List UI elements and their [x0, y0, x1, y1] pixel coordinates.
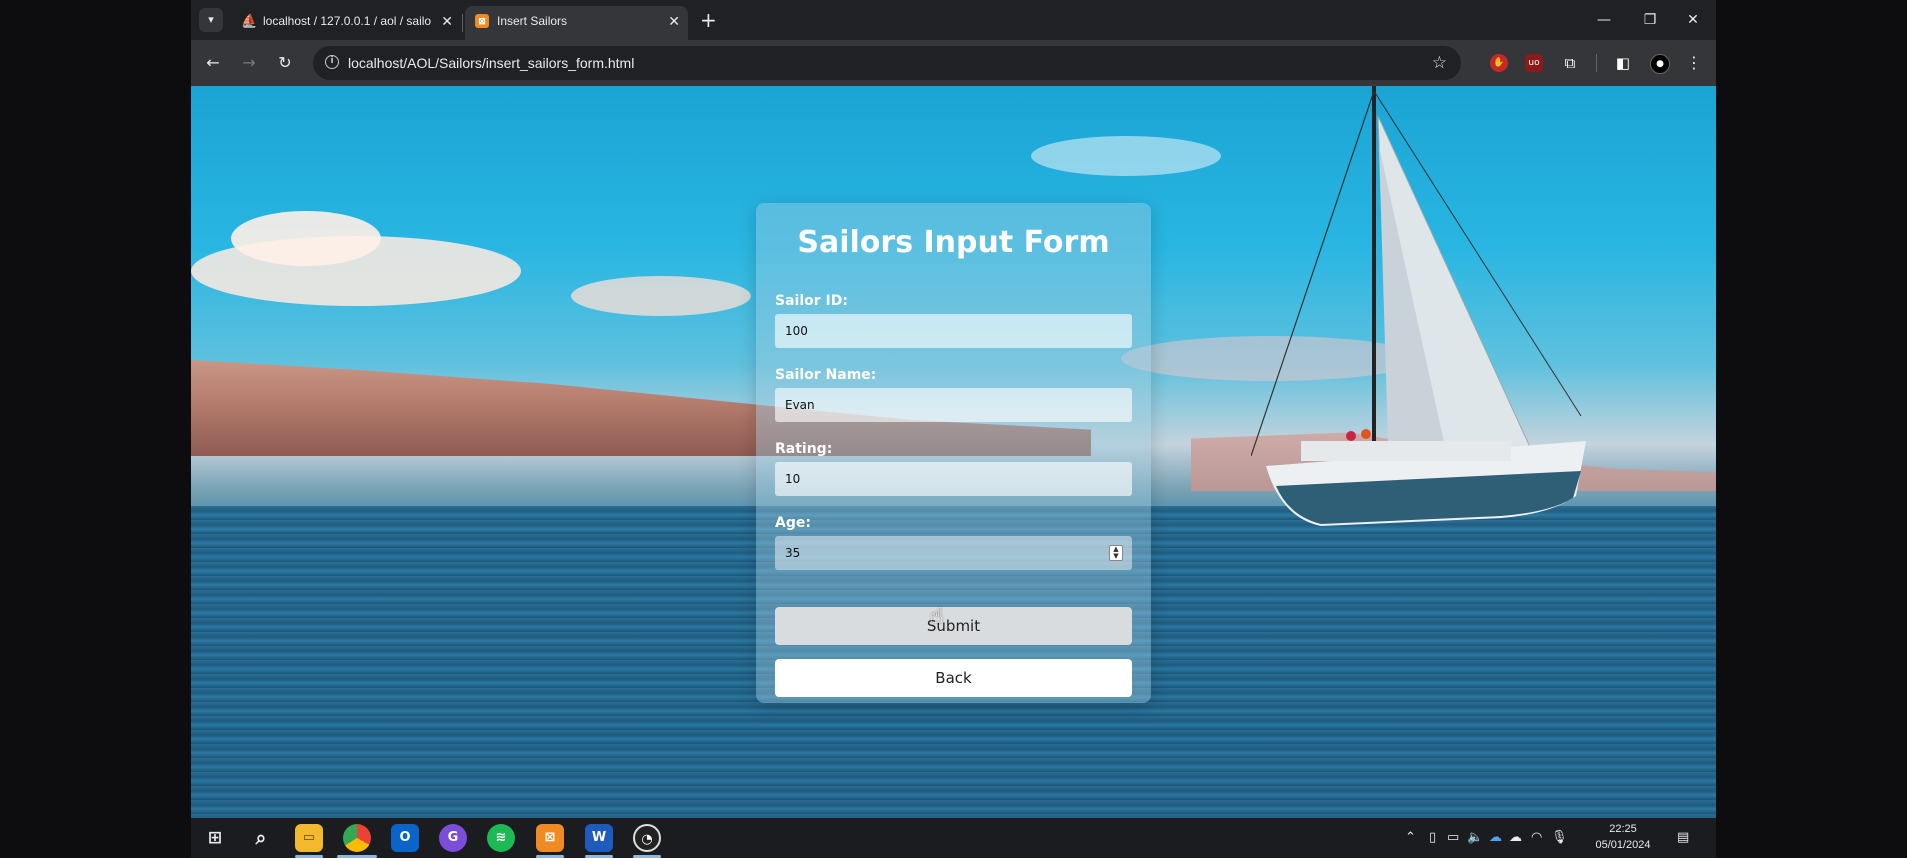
ublock-icon[interactable]: ✋ — [1490, 54, 1508, 72]
forward-arrow-icon[interactable]: → — [235, 49, 263, 77]
wifi-icon[interactable]: ◠ — [1531, 818, 1542, 858]
extensions-icon[interactable]: ⧉ — [1561, 54, 1579, 72]
file-explorer-icon[interactable]: ▭ — [295, 824, 323, 852]
form-title: Sailors Input Form — [797, 225, 1110, 260]
age-input[interactable]: 35 ▲ ▼ — [775, 536, 1132, 570]
site-info-icon[interactable]: i — [325, 55, 339, 69]
minimize-button[interactable]: — — [1581, 0, 1627, 40]
sailor-id-label: Sailor ID: — [775, 293, 848, 309]
onedrive-personal-icon[interactable]: ☁ — [1509, 818, 1522, 858]
back-arrow-icon[interactable]: ← — [199, 49, 227, 77]
sidepanel-icon[interactable]: ◧ — [1614, 54, 1632, 72]
tab-title: localhost / 127.0.0.1 / aol / sailo — [263, 14, 432, 28]
reload-icon[interactable]: ↻ — [271, 49, 299, 77]
restore-button[interactable]: ❐ — [1627, 0, 1673, 40]
back-button[interactable]: Back — [775, 659, 1132, 697]
outer-dark-border — [1716, 0, 1907, 858]
microphone-icon[interactable]: 🎙 — [1551, 818, 1568, 858]
outlook-icon[interactable]: O — [391, 824, 419, 852]
age-label: Age: — [775, 515, 811, 531]
tab-title: Insert Sailors — [497, 14, 568, 28]
tab-strip: ▾ ⛵ localhost / 127.0.0.1 / aol / sailo … — [191, 0, 1716, 40]
ublock-origin-icon[interactable]: uo — [1525, 54, 1543, 72]
phone-link-icon[interactable]: ▯ — [1429, 818, 1436, 858]
word-icon[interactable]: W — [585, 824, 613, 852]
bookmark-star-icon[interactable]: ☆ — [1432, 46, 1447, 80]
number-spinner-icon[interactable]: ▲ ▼ — [1109, 545, 1123, 561]
new-tab-button[interactable]: + — [700, 6, 717, 34]
cloud — [571, 276, 751, 316]
clock-time: 22:25 — [1609, 823, 1637, 835]
address-bar[interactable]: i localhost/AOL/Sailors/insert_sailors_f… — [313, 46, 1461, 80]
menu-dots-icon[interactable]: ⋮ — [1680, 49, 1708, 77]
close-window-button[interactable]: ✕ — [1670, 0, 1716, 40]
search-icon[interactable]: ⌕ — [247, 824, 275, 852]
rating-input[interactable]: 10 — [775, 462, 1132, 496]
profile-icon[interactable]: ● — [1650, 54, 1670, 74]
chrome-icon[interactable] — [343, 824, 371, 852]
sailor-id-input[interactable]: 100 — [775, 314, 1132, 348]
sailors-form-card: Sailors Input Form Sailor ID: 100 Sailor… — [756, 203, 1151, 703]
notifications-icon[interactable]: ▤ — [1677, 818, 1689, 858]
rating-label: Rating: — [775, 441, 833, 457]
close-icon[interactable]: ✕ — [668, 6, 680, 36]
tab-search-button[interactable]: ▾ — [199, 8, 223, 32]
tab-phpmyadmin[interactable]: ⛵ localhost / 127.0.0.1 / aol / sailo ✕ — [231, 6, 461, 40]
cloud — [1031, 136, 1221, 176]
battery-icon[interactable]: ▭ — [1447, 818, 1459, 858]
tab-divider — [462, 14, 463, 32]
onedrive-icon[interactable]: ☁ — [1489, 818, 1502, 858]
sailor-name-input[interactable]: Evan — [775, 388, 1132, 422]
spotify-icon[interactable]: ≋ — [487, 824, 515, 852]
toolbar-divider — [1596, 54, 1597, 72]
clock-date: 05/01/2024 — [1595, 839, 1651, 851]
url-text[interactable]: localhost/AOL/Sailors/insert_sailors_for… — [348, 46, 634, 80]
windows-taskbar: ⊞ ⌕ ▭ O G ≋ ⊠ W ◔ ⌃ ▯ ▭ 🔈 ☁ ☁ ◠ 🎙 22:25 … — [191, 818, 1716, 858]
obs-icon[interactable]: ◔ — [633, 824, 661, 852]
start-windows-icon[interactable]: ⊞ — [201, 824, 229, 852]
xampp-icon: ⊠ — [475, 14, 489, 28]
volume-icon[interactable]: 🔈 — [1467, 818, 1483, 858]
submit-button[interactable]: Submit — [775, 607, 1132, 645]
hand-cursor-icon: ☝ — [930, 604, 944, 629]
page-viewport: Sailors Input Form Sailor ID: 100 Sailor… — [191, 86, 1716, 818]
sailor-name-label: Sailor Name: — [775, 367, 877, 383]
sailboat-image — [1251, 86, 1586, 526]
toolbar: ← → ↻ i localhost/AOL/Sailors/insert_sai… — [191, 40, 1716, 86]
age-value: 35 — [785, 546, 801, 560]
browser-window: ▾ ⛵ localhost / 127.0.0.1 / aol / sailo … — [191, 0, 1716, 818]
close-icon[interactable]: ✕ — [441, 6, 453, 36]
messenger-icon[interactable]: G — [439, 824, 467, 852]
xampp-icon[interactable]: ⊠ — [536, 824, 564, 852]
phpmyadmin-icon: ⛵ — [241, 13, 258, 28]
tray-chevron-icon[interactable]: ⌃ — [1405, 818, 1416, 858]
cloud — [231, 211, 381, 266]
taskbar-clock[interactable]: 22:25 05/01/2024 — [1588, 821, 1658, 853]
tab-insert-sailors[interactable]: ⊠ Insert Sailors ✕ — [465, 6, 688, 40]
